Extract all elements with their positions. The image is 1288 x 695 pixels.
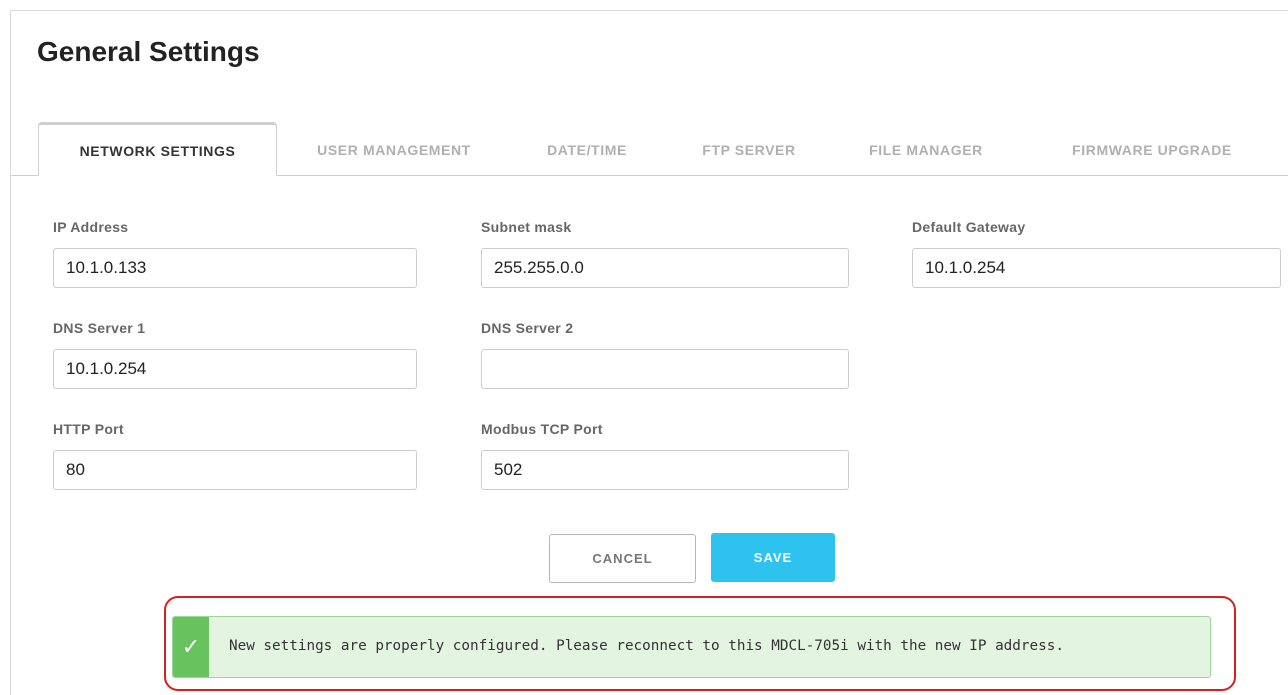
dns-server-2-input[interactable]	[481, 349, 849, 389]
dns-server-1-label: DNS Server 1	[53, 320, 146, 336]
http-port-input[interactable]	[53, 450, 417, 490]
tab-file-manager[interactable]: FILE MANAGER	[859, 122, 993, 174]
subnet-mask-input[interactable]	[481, 248, 849, 288]
cancel-button[interactable]: CANCEL	[549, 534, 696, 583]
http-port-label: HTTP Port	[53, 421, 124, 437]
modbus-tcp-port-label: Modbus TCP Port	[481, 421, 603, 437]
default-gateway-input[interactable]	[912, 248, 1281, 288]
tab-user-management[interactable]: USER MANAGEMENT	[294, 122, 494, 174]
modbus-tcp-port-input[interactable]	[481, 450, 849, 490]
tab-date-time[interactable]: DATE/TIME	[531, 122, 643, 174]
dns-server-2-label: DNS Server 2	[481, 320, 574, 336]
panel-top-border	[10, 10, 1288, 11]
success-alert: ✓ New settings are properly configured. …	[172, 616, 1211, 678]
tab-ftp-server[interactable]: FTP SERVER	[689, 122, 809, 174]
subnet-mask-label: Subnet mask	[481, 219, 572, 235]
settings-tab-bar: NETWORK SETTINGS USER MANAGEMENT DATE/TI…	[11, 122, 1288, 176]
alert-message: New settings are properly configured. Pl…	[229, 638, 1064, 654]
ip-address-input[interactable]	[53, 248, 417, 288]
dns-server-1-input[interactable]	[53, 349, 417, 389]
save-button[interactable]: SAVE	[711, 533, 835, 582]
default-gateway-label: Default Gateway	[912, 219, 1026, 235]
checkmark-icon: ✓	[173, 617, 209, 677]
tab-firmware-upgrade[interactable]: FIRMWARE UPGRADE	[1049, 122, 1255, 174]
panel-left-border	[10, 10, 11, 695]
page-title: General Settings	[37, 36, 260, 67]
ip-address-label: IP Address	[53, 219, 129, 235]
tab-network-settings[interactable]: NETWORK SETTINGS	[38, 122, 277, 176]
